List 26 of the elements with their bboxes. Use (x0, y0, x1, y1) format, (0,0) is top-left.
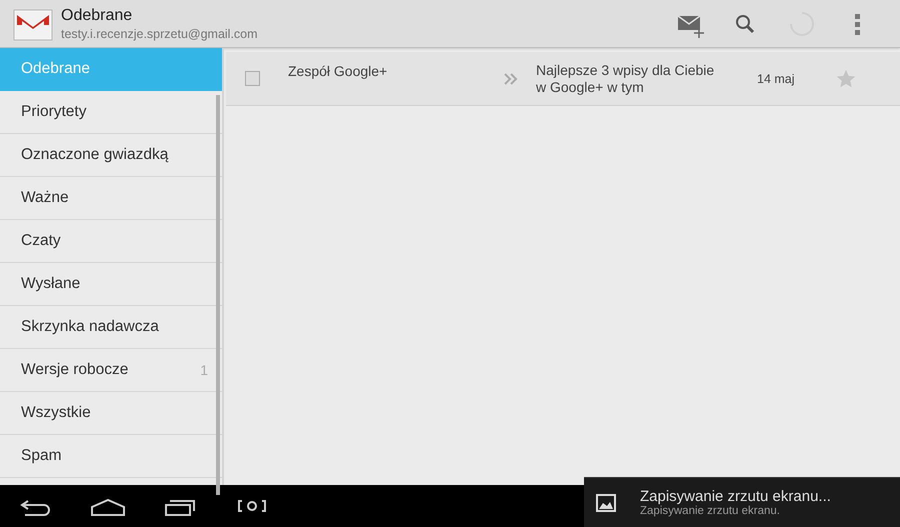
checkbox[interactable] (245, 71, 260, 86)
message-date: 14 maj (757, 72, 796, 86)
unread-count: 1 (200, 362, 208, 378)
folder-label: Czaty (21, 232, 61, 250)
double-chevron-icon (502, 72, 520, 86)
message-subject: Najlepsze 3 wpisy dla Ciebie w Google+ w tym (536, 62, 716, 96)
account-email: testy.i.recenzje.sprzetu@gmail.com (61, 26, 258, 40)
message-row[interactable]: Zespół Google+ Najlepsze 3 wpisy dla Ciebie w Google+ w tym 14 maj (226, 52, 900, 106)
folder-label: Ważne (21, 189, 69, 207)
image-icon (596, 492, 616, 512)
folder-label: Wersje robocze (21, 361, 128, 379)
sender-name: Zespół Google+ (288, 63, 388, 79)
gmail-logo-icon[interactable] (13, 6, 53, 40)
folder-label: Skrzynka nadawcza (21, 318, 159, 336)
folder-label: Spam (21, 447, 62, 465)
folder-label: Wszystkie (21, 404, 91, 422)
notification-text: Zapisywanie zrzutu ekranu. (640, 505, 781, 517)
folder-label: Oznaczone gwiazdką (21, 146, 168, 164)
star-icon[interactable] (835, 68, 857, 90)
notification-title: Zapisywanie zrzutu ekranu... (640, 488, 831, 505)
folder-label: Odebrane (21, 60, 90, 78)
notification[interactable]: Zapisywanie zrzutu ekranu... Zapisywanie zrzutu ekranu. (584, 477, 900, 527)
folder-title: Odebrane (61, 6, 134, 24)
scrollbar[interactable] (216, 95, 220, 495)
folder-label: Wysłane (21, 275, 80, 293)
folder-label: Priorytety (21, 103, 86, 121)
